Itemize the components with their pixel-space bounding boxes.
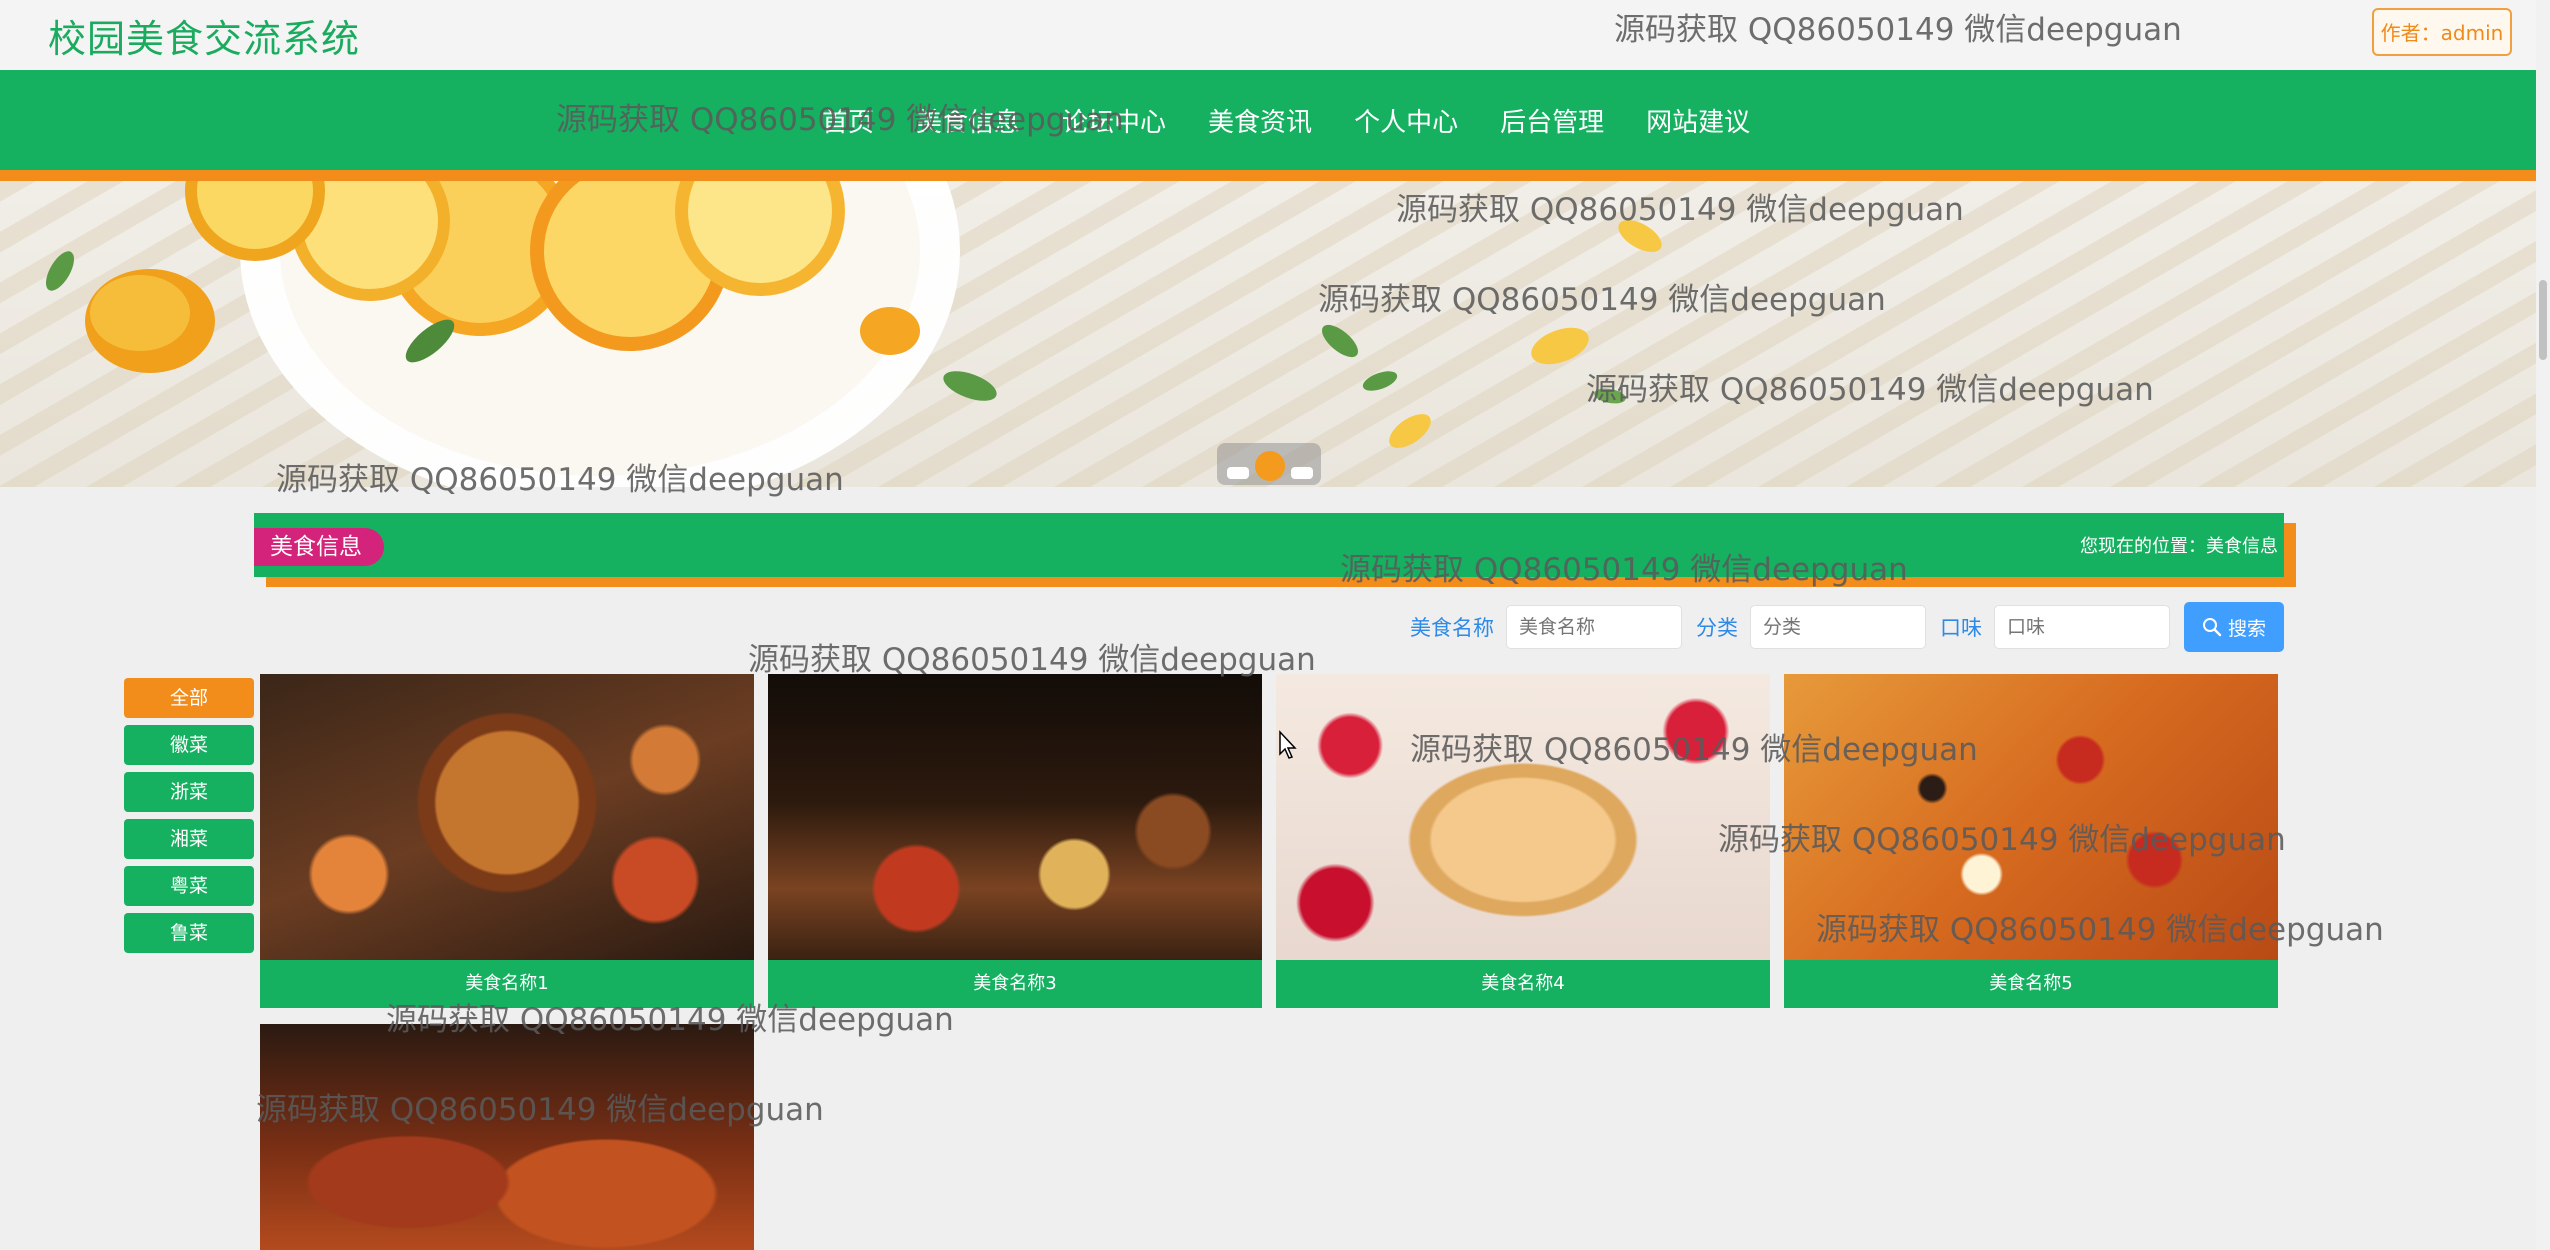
carousel-indicators	[1217, 443, 1321, 485]
category-all[interactable]: 全部	[124, 678, 254, 718]
food-card[interactable]: 美食名称3	[768, 674, 1262, 1008]
category-hui[interactable]: 徽菜	[124, 725, 254, 765]
top-bar	[0, 0, 2536, 70]
category-yue[interactable]: 粤菜	[124, 866, 254, 906]
main-nav: 首页 美食信息 论坛中心 美食资讯 个人中心 后台管理 网站建议	[822, 70, 1750, 170]
page-scrollbar[interactable]	[2536, 0, 2550, 1250]
food-name[interactable]: 美食名称5	[1784, 960, 2278, 1008]
food-card[interactable]: 美食名称1	[260, 674, 754, 1008]
carousel-dot[interactable]	[1227, 467, 1249, 479]
mouse-pointer-icon	[1279, 730, 1297, 759]
category-list: 全部 徽菜 浙菜 湘菜 粤菜 鲁菜	[124, 678, 254, 960]
site-title: 校园美食交流系统	[48, 17, 361, 61]
name-input[interactable]	[1506, 605, 1682, 649]
nav-item-suggestions[interactable]: 网站建议	[1646, 102, 1750, 139]
food-image[interactable]	[260, 1024, 754, 1250]
scrollbar-thumb[interactable]	[2539, 280, 2547, 360]
nav-item-home[interactable]: 首页	[822, 102, 874, 139]
section-header	[254, 513, 2284, 577]
watermark: 源码获取 QQ86050149 微信deepguan	[748, 642, 1316, 678]
banner-carousel	[0, 181, 2536, 487]
food-image[interactable]	[1784, 674, 2278, 960]
food-name[interactable]: 美食名称1	[260, 960, 754, 1008]
search-icon	[2202, 618, 2222, 637]
food-card[interactable]	[260, 1024, 754, 1250]
taste-label: 口味	[1940, 616, 1982, 640]
search-button-label: 搜索	[2227, 618, 2266, 640]
carousel-dot-active[interactable]	[1255, 451, 1285, 481]
food-card[interactable]: 美食名称5	[1784, 674, 2278, 1008]
nav-item-food-news[interactable]: 美食资讯	[1208, 102, 1312, 139]
nav-item-forum[interactable]: 论坛中心	[1062, 102, 1166, 139]
category-zhe[interactable]: 浙菜	[124, 772, 254, 812]
section-title: 美食信息	[254, 528, 384, 566]
food-image[interactable]	[260, 674, 754, 960]
search-bar: 美食名称 分类 口味 搜索	[1410, 602, 2284, 652]
category-lu[interactable]: 鲁菜	[124, 913, 254, 953]
name-label: 美食名称	[1410, 616, 1494, 640]
nav-item-food-info[interactable]: 美食信息	[916, 102, 1020, 139]
food-name[interactable]: 美食名称4	[1276, 960, 1770, 1008]
banner-image	[46, 181, 1662, 487]
category-xiang[interactable]: 湘菜	[124, 819, 254, 859]
breadcrumb: 您现在的位置：美食信息	[2080, 536, 2278, 557]
nav-item-admin[interactable]: 后台管理	[1500, 102, 1604, 139]
carousel-dot[interactable]	[1291, 467, 1313, 479]
food-image[interactable]	[1276, 674, 1770, 960]
nav-accent-stripe	[0, 170, 2536, 181]
food-card[interactable]: 美食名称4	[1276, 674, 1770, 1008]
category-input[interactable]	[1750, 605, 1926, 649]
author-button[interactable]: 作者：admin	[2372, 8, 2512, 56]
food-name[interactable]: 美食名称3	[768, 960, 1262, 1008]
search-button[interactable]: 搜索	[2184, 602, 2284, 652]
category-label: 分类	[1696, 616, 1738, 640]
food-image[interactable]	[768, 674, 1262, 960]
nav-item-profile[interactable]: 个人中心	[1354, 102, 1458, 139]
taste-input[interactable]	[1994, 605, 2170, 649]
